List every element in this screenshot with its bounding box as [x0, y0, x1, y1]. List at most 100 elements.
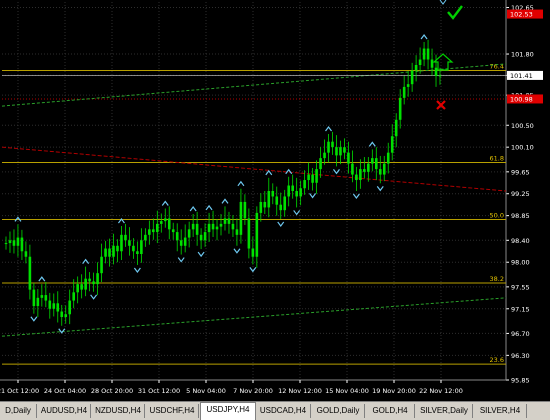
candle-body: [414, 65, 418, 71]
fractal-down-arrow: [30, 316, 38, 322]
candle-body: [355, 174, 358, 181]
candle-body: [144, 234, 147, 241]
candle-body: [12, 240, 16, 246]
candle-body: [80, 284, 83, 290]
candle-body: [100, 256, 103, 274]
candle-body: [406, 84, 410, 87]
tab-gold-daily[interactable]: GOLD,Daily: [312, 404, 365, 418]
candle-body: [40, 295, 44, 298]
time-tick-label: 24 Oct 04:00: [44, 387, 86, 395]
time-tick-label: 12 Nov 12:00: [278, 387, 322, 395]
fractal-down-arrow: [177, 257, 185, 263]
tab-silver-daily[interactable]: SILVER,Daily: [416, 404, 473, 418]
time-tick-label: 21 Oct 12:00: [0, 387, 39, 395]
time-tick-label: 5 Nov 04:00: [186, 387, 226, 395]
candle-body: [434, 67, 438, 76]
tab-silver-h4[interactable]: SILVER,H4: [474, 404, 527, 418]
candle-body: [207, 223, 211, 233]
candle-body: [148, 229, 151, 235]
candle-body: [347, 152, 350, 164]
candle-body: [152, 229, 155, 233]
candle-body: [203, 232, 207, 241]
fractal-down-arrow: [309, 193, 317, 199]
candle-body: [251, 248, 255, 257]
candle-body: [271, 191, 275, 197]
fractal-up-arrow: [189, 206, 197, 212]
fractal-up-arrow: [325, 126, 332, 132]
fractal-up-arrow: [205, 204, 213, 211]
candle-body: [227, 218, 231, 224]
price-tick-label: 100.10: [511, 144, 534, 152]
candle-body: [430, 59, 434, 68]
candle-body: [211, 223, 215, 230]
tab-audusd-h4[interactable]: AUDUSD,H4: [38, 404, 91, 418]
candle-body: [112, 245, 115, 257]
price-tick-label: 100.50: [511, 122, 534, 130]
candle-body: [418, 59, 422, 65]
fractal-down-arrow: [133, 267, 141, 273]
up-arrow-icon: [432, 53, 454, 71]
candle-body: [219, 223, 223, 227]
candle-body: [331, 141, 334, 148]
tab-gold-h4[interactable]: GOLD,H4: [366, 404, 415, 418]
candle-body: [267, 191, 271, 208]
fractal-down-arrow: [332, 168, 340, 175]
candle-body: [299, 188, 302, 197]
candle-body: [231, 223, 235, 230]
candle-body: [20, 237, 24, 252]
fractal-down-arrow: [277, 221, 285, 227]
candle-body: [351, 163, 354, 175]
price-tick-label: 96.30: [511, 352, 530, 360]
fractal-down-arrow: [233, 248, 241, 254]
candle-body: [259, 201, 263, 213]
candle-body: [359, 169, 362, 181]
candle-body: [410, 70, 414, 85]
tab-usdcad-h4[interactable]: USDCAD,H4: [256, 404, 311, 418]
price-tick-label: 97.55: [511, 283, 530, 291]
tab-usdjpy-h4[interactable]: USDJPY,H4: [200, 402, 256, 420]
candle-body: [363, 169, 366, 172]
candle-body: [402, 86, 406, 98]
tab-nzdusd-h4[interactable]: NZDUSD,H4: [92, 404, 145, 418]
mid-red-price-label: 100.98: [510, 95, 533, 103]
candle-body: [96, 273, 99, 285]
candle-body: [104, 248, 107, 257]
candle-body: [287, 185, 290, 197]
candle-body: [156, 223, 159, 233]
candle-body: [311, 174, 314, 183]
tab-usdchf-h4[interactable]: USDCHF,H4: [146, 404, 199, 418]
chart-canvas[interactable]: 102.65101.80101.41101.05100.50100.1099.6…: [0, 0, 550, 401]
candle-body: [175, 232, 179, 241]
fractal-down-arrow: [197, 251, 205, 258]
fibonacci-level-label: 38.2: [490, 275, 504, 283]
candle-body: [4, 243, 8, 245]
fractal-up-arrow: [420, 33, 428, 40]
candle-body: [183, 237, 187, 246]
fibonacci-level-label: 50.0: [490, 211, 504, 219]
candle-body: [8, 240, 12, 244]
candle-body: [255, 212, 259, 257]
candle-body: [438, 75, 442, 77]
fibonacci-level-label: 76.4: [490, 62, 504, 70]
green-channel-lower: [1, 297, 507, 337]
candle-body: [136, 251, 139, 254]
candle-body: [295, 191, 298, 197]
fractal-up-arrow: [161, 200, 169, 206]
time-tick-label: 31 Oct 12:00: [138, 387, 180, 395]
candle-body: [159, 221, 163, 224]
price-tick-label: 98.40: [511, 237, 530, 245]
candle-body: [275, 196, 279, 205]
candle-body: [422, 48, 426, 60]
price-chart[interactable]: 102.65101.80101.41101.05100.50100.1099.6…: [0, 0, 550, 401]
candle-body: [378, 169, 382, 175]
candle-body: [60, 311, 64, 317]
candle-body: [235, 229, 239, 235]
candle-body: [243, 201, 247, 219]
tab-d-daily[interactable]: D,Daily: [0, 404, 37, 418]
time-tick-label: 15 Nov 04:00: [325, 387, 369, 395]
candle-body: [343, 147, 346, 153]
candle-body: [92, 281, 95, 285]
candle-body: [291, 185, 294, 191]
fractal-down-arrow: [90, 294, 98, 300]
candle-body: [307, 174, 310, 181]
